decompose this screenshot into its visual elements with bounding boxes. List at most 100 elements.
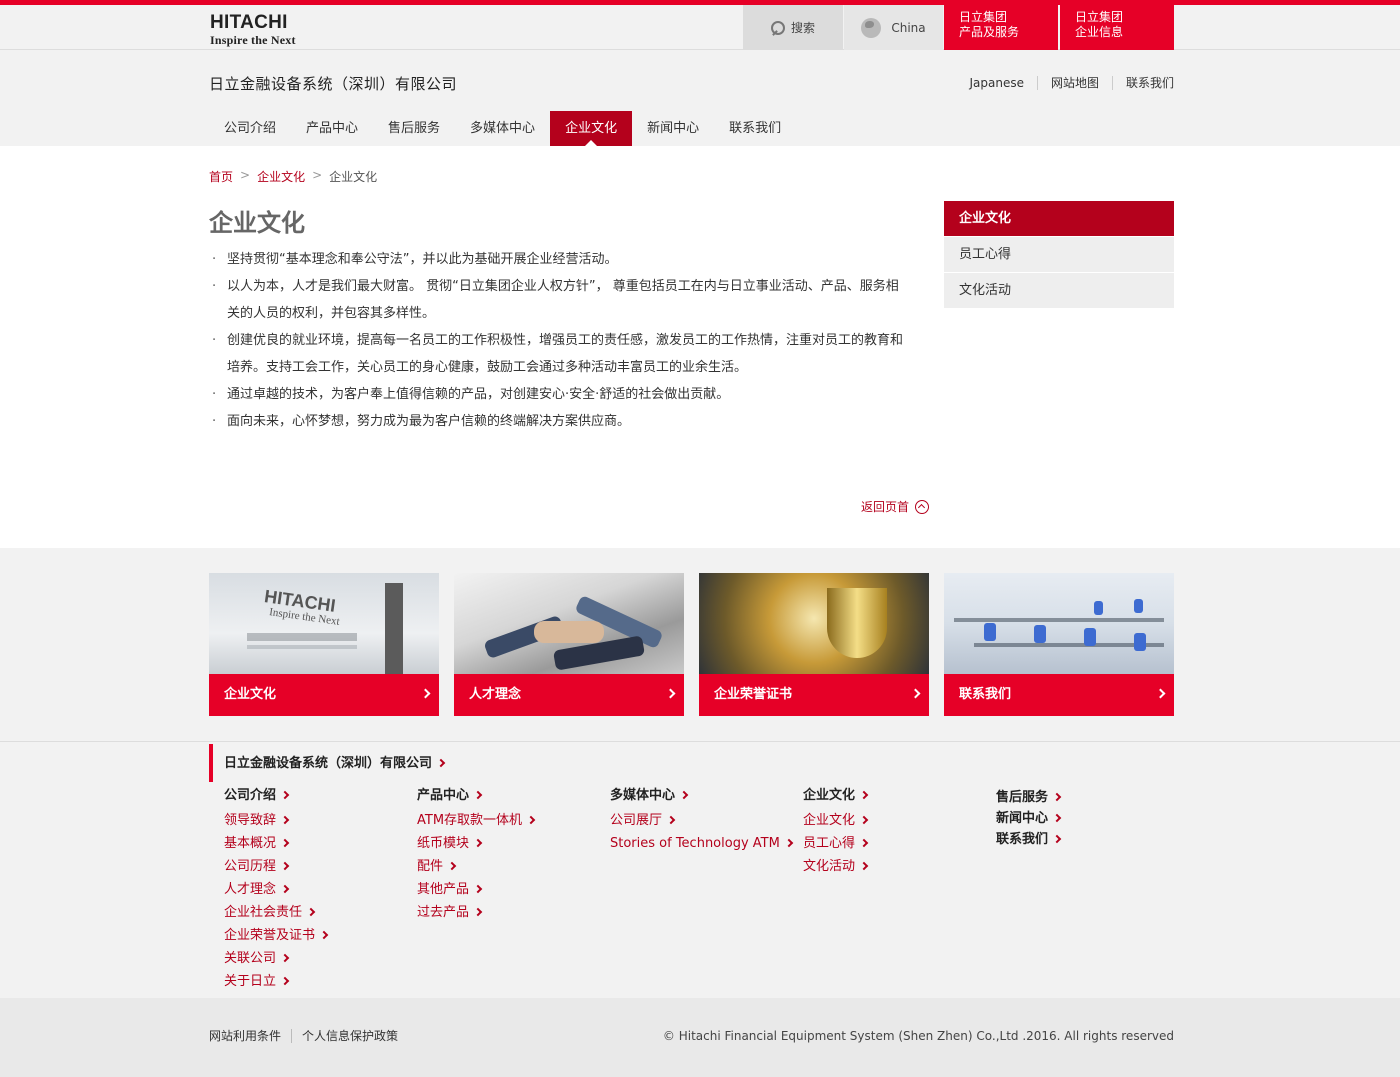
footer-heading-label: 企业文化 bbox=[803, 788, 856, 803]
terms-of-use-link[interactable]: 网站利用条件 bbox=[209, 1029, 291, 1043]
nav-item-media[interactable]: 多媒体中心 bbox=[455, 111, 550, 146]
chevron-right-icon bbox=[306, 907, 316, 917]
footer-link[interactable]: 过去产品 bbox=[417, 901, 534, 924]
footer-link[interactable]: 配件 bbox=[417, 855, 534, 878]
group-corporate-line2: 企业信息 bbox=[1075, 25, 1124, 39]
chevron-right-icon bbox=[280, 838, 290, 848]
footer-link[interactable]: 其他产品 bbox=[417, 878, 534, 901]
list-item: 以人为本，人才是我们最大财富。 贯彻“日立集团企业人权方针”， 尊重包括员工在内… bbox=[209, 273, 909, 327]
page-title: 企业文化 bbox=[209, 209, 305, 237]
back-to-top-label: 返回页首 bbox=[861, 500, 910, 514]
breadcrumb-home[interactable]: 首页 bbox=[209, 168, 233, 185]
footer-col-about: 公司介绍 领导致辞 基本概况 公司历程 人才理念 企业社会责任 企业荣誉及证书 … bbox=[224, 787, 329, 993]
group-corporate-button[interactable]: 日立集团 企业信息 bbox=[1060, 5, 1174, 50]
feature-cards: HITACHI Inspire the Next 企业文化 人才理念 企业荣誉证… bbox=[209, 573, 1174, 716]
chevron-right-icon bbox=[784, 838, 794, 848]
footer-link[interactable]: 企业文化 bbox=[803, 809, 869, 832]
footer-heading-about[interactable]: 公司介绍 bbox=[224, 787, 327, 809]
footer-heading-media[interactable]: 多媒体中心 bbox=[610, 787, 792, 809]
logo-tagline: Inspire the Next bbox=[210, 33, 296, 47]
search-label: 搜索 bbox=[790, 21, 815, 35]
hitachi-logo[interactable]: HITACHI Inspire the Next bbox=[210, 13, 310, 49]
image-chair bbox=[1084, 628, 1096, 646]
company-name[interactable]: 日立金融设备系统（深圳）有限公司 bbox=[209, 73, 457, 94]
back-to-top-link[interactable]: 返回页首 bbox=[861, 498, 930, 515]
footer-heading-products[interactable]: 产品中心 bbox=[417, 787, 534, 809]
footer-link[interactable]: ATM存取款一体机 bbox=[417, 809, 536, 832]
side-nav: 企业文化 员工心得 文化活动 bbox=[944, 201, 1174, 309]
util-link-sitemap[interactable]: 网站地图 bbox=[1036, 76, 1112, 90]
card-honors[interactable]: 企业荣誉证书 bbox=[699, 573, 929, 716]
chevron-right-icon bbox=[859, 815, 869, 825]
footer-col-culture: 企业文化 企业文化 员工心得 文化活动 bbox=[803, 787, 869, 878]
footer-link[interactable]: 文化活动 bbox=[803, 855, 869, 878]
globe-icon bbox=[861, 17, 882, 38]
footer-link[interactable]: 领导致辞 bbox=[224, 809, 327, 832]
footer-link[interactable]: 员工心得 bbox=[803, 832, 869, 855]
footer-heading-label: 联系我们 bbox=[996, 832, 1049, 847]
footer-link[interactable]: 关于日立 bbox=[224, 970, 327, 993]
nav-item-contact[interactable]: 联系我们 bbox=[714, 111, 796, 146]
nav-item-service[interactable]: 售后服务 bbox=[373, 111, 455, 146]
footer-link[interactable]: 企业社会责任 bbox=[224, 901, 327, 924]
footer-link[interactable]: 公司历程 bbox=[224, 855, 327, 878]
image-chair bbox=[984, 623, 996, 641]
privacy-policy-link[interactable]: 个人信息保护政策 bbox=[291, 1029, 408, 1043]
footer-heading-news[interactable]: 新闻中心 bbox=[996, 808, 1062, 829]
chevron-right-icon bbox=[436, 758, 446, 768]
nav-item-products[interactable]: 产品中心 bbox=[291, 111, 373, 146]
card-talent[interactable]: 人才理念 bbox=[454, 573, 684, 716]
footer-link[interactable]: 人才理念 bbox=[224, 878, 327, 901]
footer-link[interactable]: 基本概况 bbox=[224, 832, 327, 855]
footer-link-label: 文化活动 bbox=[803, 859, 856, 874]
region-selector[interactable]: China bbox=[844, 5, 943, 50]
image-chair bbox=[1094, 601, 1103, 615]
card-label: 企业荣誉证书 bbox=[714, 687, 793, 702]
chevron-right-icon bbox=[526, 815, 536, 825]
footer-link-label: 关于日立 bbox=[224, 974, 277, 989]
chevron-right-icon bbox=[420, 688, 431, 699]
footer-heading-contact[interactable]: 联系我们 bbox=[996, 829, 1062, 850]
footer-heading-service[interactable]: 售后服务 bbox=[996, 787, 1062, 808]
group-products-button[interactable]: 日立集团 产品及服务 bbox=[944, 5, 1058, 50]
util-link-contact[interactable]: 联系我们 bbox=[1111, 76, 1174, 90]
nav-item-culture[interactable]: 企业文化 bbox=[550, 111, 633, 146]
footer-link[interactable]: Stories of Technology ATM bbox=[610, 832, 794, 855]
chevron-right-icon bbox=[473, 884, 483, 894]
footer-link-label: 企业荣誉及证书 bbox=[224, 928, 316, 943]
sidenav-item-staff-notes[interactable]: 员工心得 bbox=[944, 237, 1174, 273]
footer-link-label: 企业社会责任 bbox=[224, 905, 303, 920]
footer-link[interactable]: 企业荣誉及证书 bbox=[224, 924, 329, 947]
footer-col-media: 多媒体中心 公司展厅 Stories of Technology ATM bbox=[610, 787, 794, 855]
sidenav-item-culture[interactable]: 企业文化 bbox=[944, 201, 1174, 237]
footer-link[interactable]: 公司展厅 bbox=[610, 809, 792, 832]
footer-link[interactable]: 关联公司 bbox=[224, 947, 327, 970]
chevron-right-icon bbox=[280, 790, 290, 800]
chevron-right-icon bbox=[1052, 813, 1062, 823]
footer-link-label: 纸币模块 bbox=[417, 836, 470, 851]
call-center-image bbox=[944, 573, 1174, 674]
card-contact[interactable]: 联系我们 bbox=[944, 573, 1174, 716]
list-item: 面向未来，心怀梦想，努力成为最为客户信赖的终端解决方案供应商。 bbox=[209, 408, 909, 435]
utility-links: Japanese 网站地图 联系我们 bbox=[956, 76, 1174, 90]
breadcrumb-culture[interactable]: 企业文化 bbox=[257, 168, 305, 185]
nav-item-about[interactable]: 公司介绍 bbox=[209, 111, 291, 146]
footer-heading-culture[interactable]: 企业文化 bbox=[803, 787, 869, 809]
sidenav-item-activities[interactable]: 文化活动 bbox=[944, 273, 1174, 309]
card-bar: 企业文化 bbox=[209, 674, 439, 716]
image-chair bbox=[1034, 625, 1046, 643]
footer-heading-label: 多媒体中心 bbox=[610, 788, 676, 803]
footer-link[interactable]: 纸币模块 bbox=[417, 832, 534, 855]
footer-sitemap: 日立金融设备系统（深圳）有限公司 公司介绍 领导致辞 基本概况 公司历程 人才理… bbox=[0, 741, 1400, 998]
nav-item-news[interactable]: 新闻中心 bbox=[632, 111, 714, 146]
card-label: 企业文化 bbox=[224, 687, 277, 702]
card-culture[interactable]: HITACHI Inspire the Next 企业文化 bbox=[209, 573, 439, 716]
breadcrumb-separator: > bbox=[240, 168, 251, 182]
footer-company-title[interactable]: 日立金融设备系统（深圳）有限公司 bbox=[209, 744, 446, 782]
chevron-right-icon bbox=[1052, 834, 1062, 844]
search-button[interactable]: 搜索 bbox=[743, 5, 843, 50]
footer-col-products: 产品中心 ATM存取款一体机 纸币模块 配件 其他产品 过去产品 bbox=[417, 787, 536, 924]
chevron-right-icon bbox=[447, 861, 457, 871]
util-link-japanese[interactable]: Japanese bbox=[956, 76, 1037, 90]
lobby-sign-image: HITACHI Inspire the Next bbox=[209, 573, 439, 674]
